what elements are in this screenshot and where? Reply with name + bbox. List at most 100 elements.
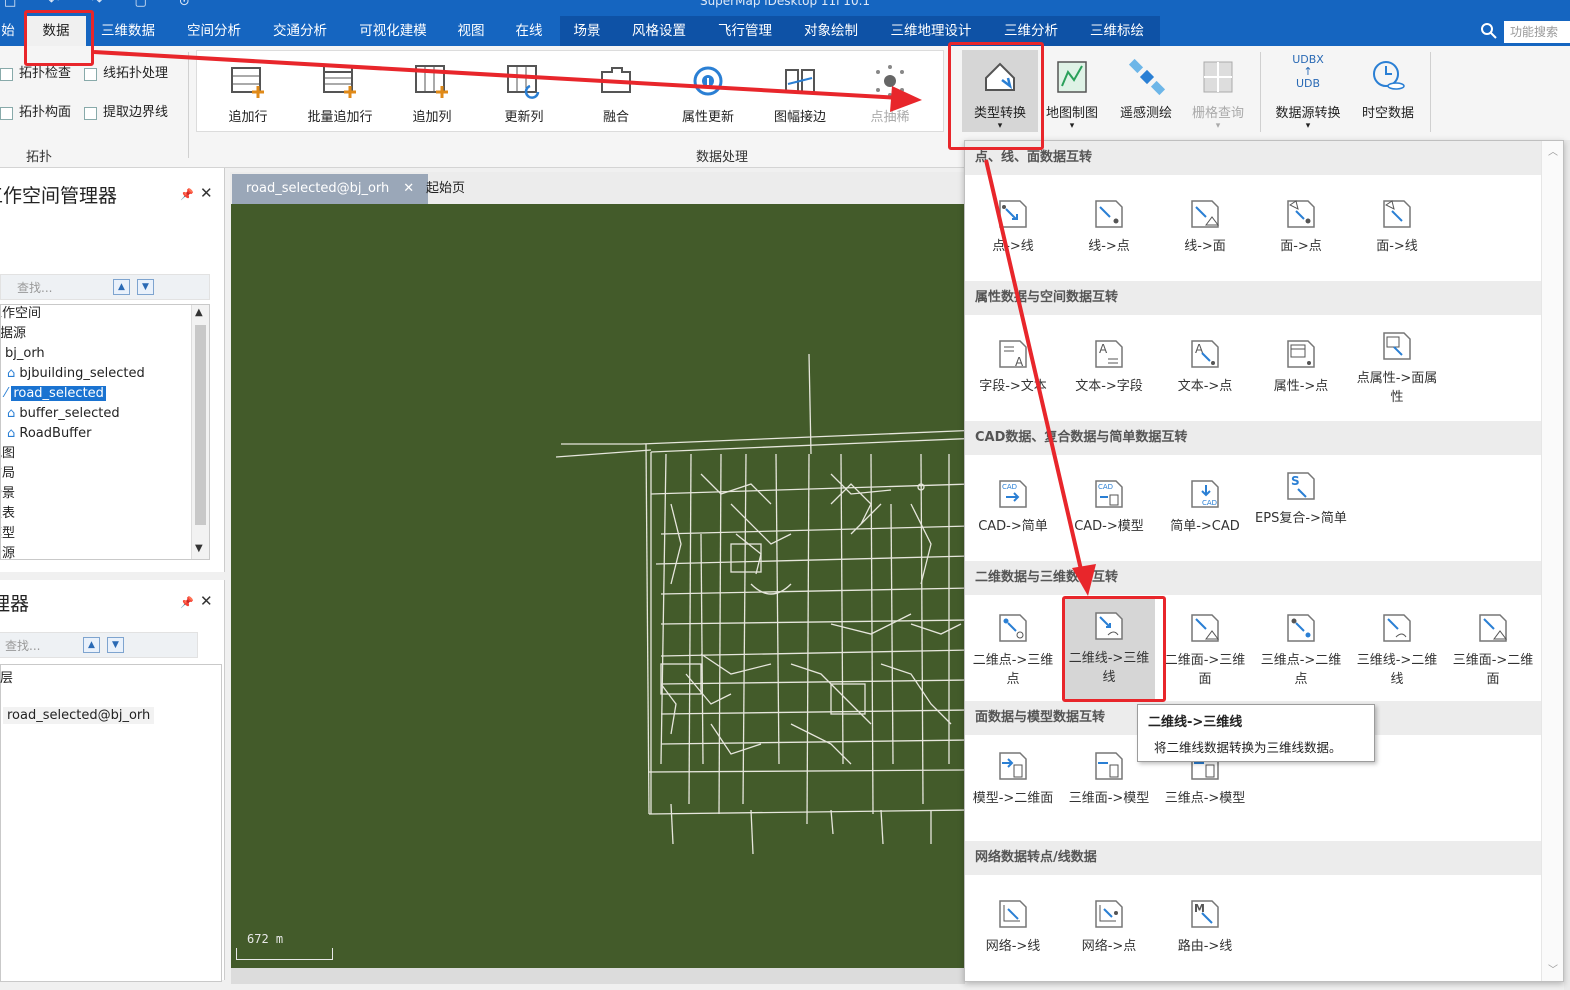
tree-node-resources[interactable]: 资源: [1, 544, 15, 559]
tree-node-road-selected[interactable]: ⁄ road_selected: [5, 384, 106, 404]
tab-style-settings[interactable]: 风格设置: [622, 16, 696, 46]
dissolve-button[interactable]: 融合: [576, 54, 656, 125]
tree-node-roadbuffer[interactable]: ⌂ RoadBuffer: [7, 424, 91, 444]
raster-query-label: 栅格查询: [1191, 106, 1244, 121]
close-icon[interactable]: ✕: [200, 592, 213, 610]
convert-simple-to-cad[interactable]: CAD 简单->CAD: [1159, 477, 1251, 536]
find-previous-button[interactable]: ▲: [113, 279, 130, 295]
attribute-to-point-icon: [1287, 340, 1315, 368]
raster-query-button[interactable]: 栅格查询 ▾: [1182, 50, 1254, 131]
edge-match-button[interactable]: 图幅接边: [760, 54, 840, 125]
convert-cad-to-model[interactable]: CAD CAD->模型: [1063, 477, 1155, 536]
convert-3d-polygon-to-2d-polygon[interactable]: 三维面->二维面: [1447, 607, 1539, 697]
line-topology-button[interactable]: 线拓扑处理: [84, 64, 168, 84]
convert-cad-to-simple[interactable]: CAD CAD->简单: [967, 477, 1059, 536]
convert-network-to-line[interactable]: 网络->线: [967, 897, 1059, 956]
attribute-update-button[interactable]: 属性更新: [668, 54, 748, 125]
tab-flight-management[interactable]: 飞行管理: [708, 16, 782, 46]
remote-sensing-button[interactable]: 遥感测绘: [1110, 50, 1182, 121]
tab-scene[interactable]: 场景: [564, 16, 610, 46]
convert-text-to-point[interactable]: A 文本->点: [1159, 337, 1251, 396]
tree-node-scenes[interactable]: 场景: [1, 484, 15, 504]
close-icon[interactable]: ✕: [403, 181, 414, 196]
find-next-button[interactable]: ▼: [107, 637, 124, 653]
convert-text-to-field[interactable]: A 文本->字段: [1063, 337, 1155, 396]
tab-start-page[interactable]: 起始页: [426, 174, 465, 204]
workspace-tree: 工作空间 数据源 bj_orh ⌂ bjbuilding_selected ⁄ …: [0, 304, 210, 560]
spatiotemporal-data-button[interactable]: 时空数据: [1350, 50, 1426, 121]
convert-route-to-line[interactable]: M 路由->线: [1159, 897, 1251, 956]
tab-3d-data[interactable]: 三维数据: [92, 16, 164, 46]
function-search-input[interactable]: 功能搜索: [1504, 21, 1570, 43]
tree-node-bj-orh[interactable]: bj_orh: [5, 344, 45, 364]
tree-node-maps[interactable]: 地图: [1, 444, 15, 464]
append-column-button[interactable]: 追加列: [392, 54, 472, 125]
extract-boundary-button[interactable]: 提取边界线: [84, 103, 168, 123]
append-row-icon: [231, 67, 264, 98]
convert-point-attribute-to-polygon-attribute[interactable]: 点属性->面属性: [1351, 329, 1443, 407]
tab-3d-plotting[interactable]: 三维标绘: [1080, 16, 1154, 46]
tooltip-description: 将二维线数据转换为三维线数据。: [1154, 740, 1342, 755]
batch-append-row-button[interactable]: 批量追加行: [298, 54, 382, 125]
convert-3d-line-to-2d-line[interactable]: 三维线->二维线: [1351, 607, 1443, 697]
tree-node-datasources[interactable]: 数据源: [1, 324, 26, 344]
convert-2d-point-to-3d-point[interactable]: 二维点->三维点: [967, 607, 1059, 697]
find-previous-button[interactable]: ▲: [83, 637, 100, 653]
convert-point-to-line[interactable]: 点->线: [967, 197, 1059, 256]
pin-icon[interactable]: 📌: [180, 596, 194, 609]
scrollbar-thumb[interactable]: [195, 325, 206, 525]
map-horizontal-scrollbar[interactable]: [231, 968, 965, 984]
layer-root[interactable]: 图层: [0, 667, 13, 686]
map-view[interactable]: 672 m: [231, 204, 965, 968]
find-next-button[interactable]: ▼: [137, 279, 154, 295]
tab-start[interactable]: 始: [0, 16, 16, 46]
chevron-up-icon[interactable]: ▲: [195, 307, 203, 318]
map-cartography-button[interactable]: 地图制图 ▾: [1036, 50, 1108, 131]
topology-check-button[interactable]: 拓扑检查: [0, 64, 71, 84]
tab-online[interactable]: 在线: [506, 16, 552, 46]
convert-model-to-2d-polygon[interactable]: 模型->二维面: [967, 749, 1059, 808]
tab-traffic-analysis[interactable]: 交通分析: [264, 16, 336, 46]
tree-node-workspace[interactable]: 工作空间: [1, 305, 41, 324]
topology-polygon-button[interactable]: 拓扑构面: [0, 103, 71, 123]
dropdown-scrollbar[interactable]: ︿ ﹀: [1541, 141, 1563, 981]
tree-node-buffer-selected[interactable]: ⌂ buffer_selected: [7, 404, 120, 424]
convert-eps-compound-to-simple[interactable]: S EPS复合->简单: [1255, 469, 1347, 528]
close-icon[interactable]: ✕: [200, 184, 213, 202]
layer-item-road-selected[interactable]: road_selected@bj_orh: [3, 707, 155, 724]
tree-node-models[interactable]: 模型: [1, 524, 15, 544]
pin-icon[interactable]: 📌: [180, 188, 194, 201]
chevron-down-icon[interactable]: ▼: [195, 543, 203, 554]
chevron-up-icon[interactable]: ︿: [1548, 143, 1558, 158]
convert-line-to-point[interactable]: 线->点: [1063, 197, 1155, 256]
convert-3d-point-to-2d-point[interactable]: 三维点->二维点: [1255, 607, 1347, 697]
convert-polygon-to-point[interactable]: 面->点: [1255, 197, 1347, 256]
workspace-search-input[interactable]: 查找...: [17, 279, 52, 296]
append-row-button[interactable]: 追加行: [208, 54, 288, 125]
tab-map-road-selected[interactable]: road_selected@bj_orh ✕: [232, 174, 429, 204]
point-to-line-icon: [999, 200, 1027, 228]
update-column-icon: [507, 65, 540, 99]
convert-polygon-to-line[interactable]: 面->线: [1351, 197, 1443, 256]
tab-spatial-analysis[interactable]: 空间分析: [178, 16, 250, 46]
convert-network-to-point[interactable]: 网络->点: [1063, 897, 1155, 956]
datasource-conversion-button[interactable]: UDBX ↑ UDB 数据源转换 ▾: [1268, 50, 1348, 132]
layer-search-input[interactable]: 查找...: [5, 637, 40, 654]
convert-field-to-text[interactable]: A 字段->文本: [967, 337, 1059, 396]
tab-view[interactable]: 视图: [448, 16, 494, 46]
convert-2d-polygon-to-3d-polygon[interactable]: 二维面->三维面: [1159, 607, 1251, 697]
tab-object-drawing[interactable]: 对象绘制: [794, 16, 868, 46]
tree-scrollbar[interactable]: ▲ ▼: [191, 305, 209, 559]
update-column-button[interactable]: 更新列: [484, 54, 564, 125]
tree-node-layouts[interactable]: 布局: [1, 464, 15, 484]
item-label: 三维线->二维线: [1356, 653, 1438, 687]
tree-node-reports[interactable]: 报表: [1, 504, 15, 524]
convert-line-to-polygon[interactable]: 线->面: [1159, 197, 1251, 256]
chevron-down-icon[interactable]: ﹀: [1548, 961, 1558, 976]
tab-visual-modeling[interactable]: 可视化建模: [350, 16, 436, 46]
convert-attribute-to-point[interactable]: 属性->点: [1255, 337, 1347, 396]
menu-bar: 始 数据 三维数据 空间分析 交通分析 可视化建模 视图 在线 场景 风格设置 …: [0, 16, 1570, 46]
point-thinning-button[interactable]: 点抽稀: [850, 54, 930, 125]
tree-node-bjbuilding[interactable]: ⌂ bjbuilding_selected: [7, 364, 145, 384]
search-icon[interactable]: [1480, 22, 1498, 40]
